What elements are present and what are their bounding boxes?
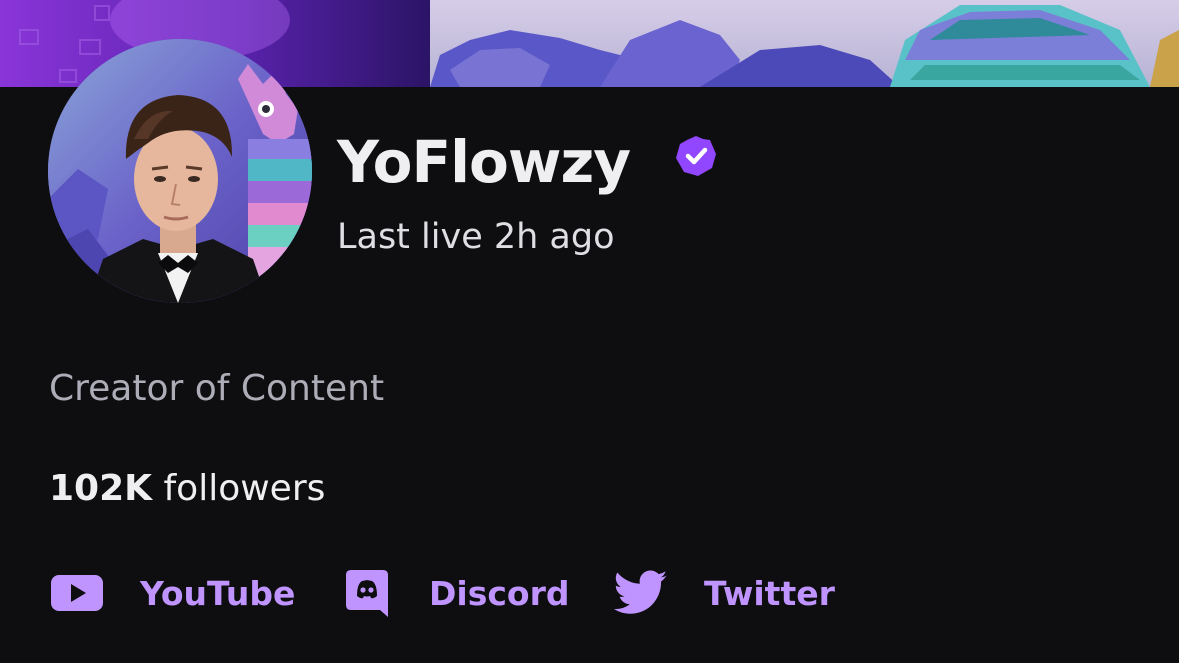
channel-bio: Creator of Content [49,368,385,409]
youtube-icon [51,575,103,611]
discord-icon [346,570,388,617]
social-link-label: Discord [429,573,570,613]
social-link-label: YouTube [140,573,296,613]
social-link-label: Twitter [704,573,835,613]
follower-count-value: 102K [49,468,153,509]
channel-avatar[interactable] [48,39,312,303]
twitter-icon [614,570,668,614]
follower-count: 102K followers [49,462,325,516]
social-link-discord[interactable]: Discord [345,566,569,620]
follower-count-label: followers [163,468,326,509]
last-live-status: Last live 2h ago [337,217,615,257]
social-link-youtube[interactable]: YouTube [50,566,295,620]
channel-about-panel: YoFlowzy Last live 2h ago Creator of Con… [0,0,1179,663]
channel-display-name: YoFlowzy [337,128,631,196]
verified-badge-icon [676,136,716,176]
social-link-twitter[interactable]: Twitter [614,566,835,620]
